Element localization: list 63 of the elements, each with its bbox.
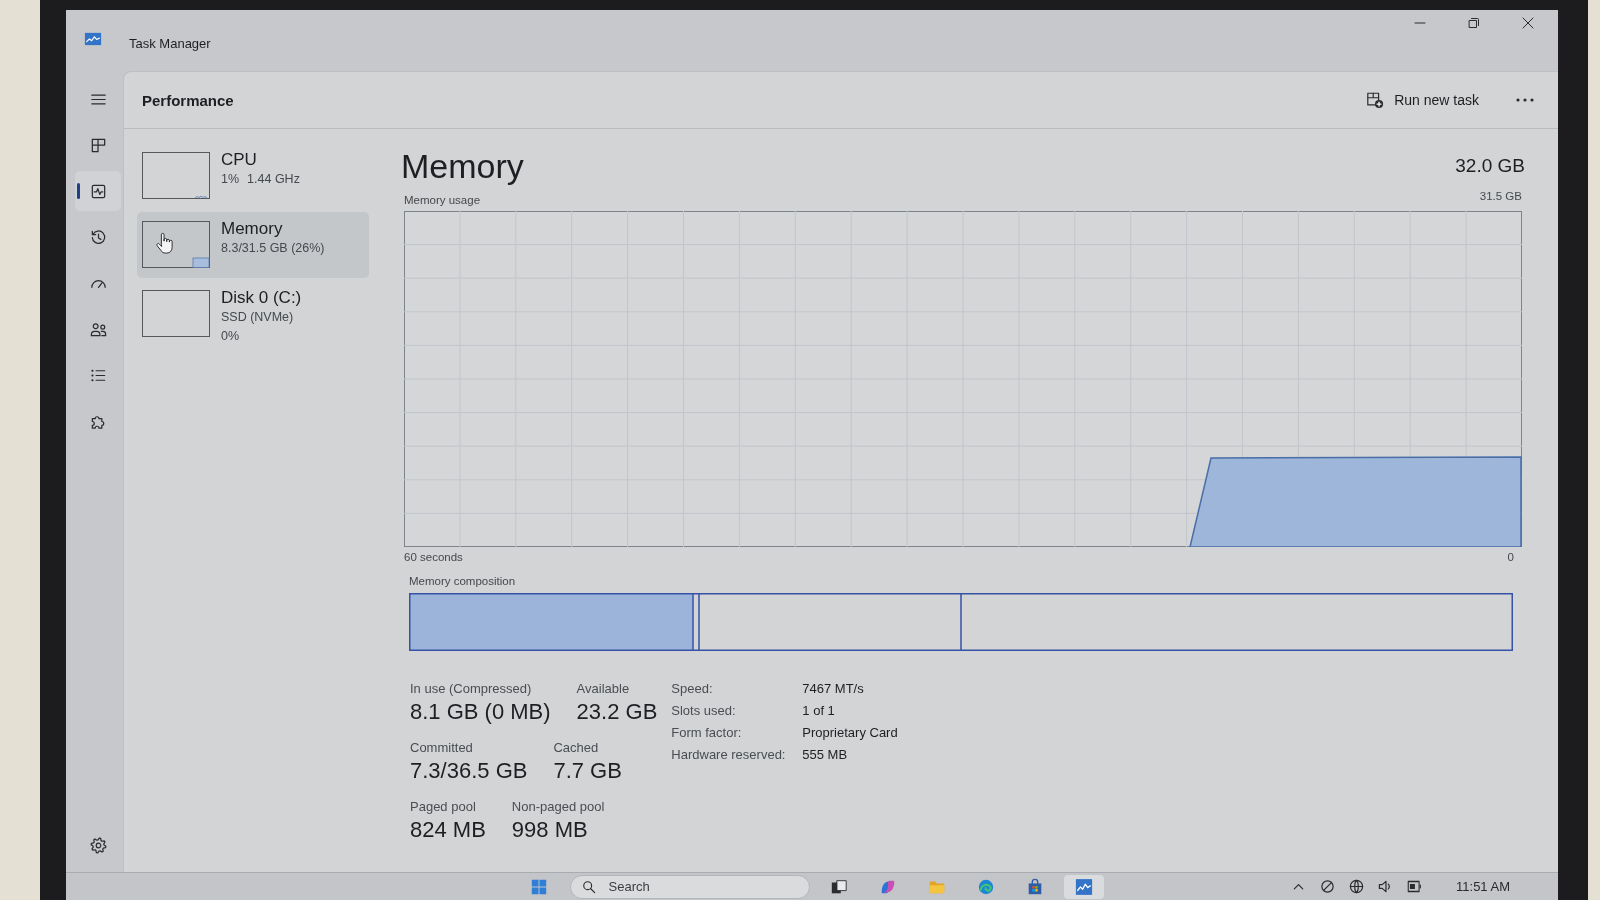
graph-start-label: 60 seconds [404,550,463,565]
device-item[interactable]: CPU 1% 1.44 GHz [137,143,369,209]
hand-cursor-icon [156,232,173,254]
page-title: Performance [142,91,234,109]
graph-title: Memory usage [404,193,481,207]
property-value: 555 MB [802,746,849,764]
device-detail: 1.44 GHz [247,171,300,188]
stat-value: 824 MB [410,816,486,844]
stacked-windows-icon [829,877,848,896]
settings-icon [88,835,108,855]
device-item[interactable]: Disk 0 (C:) SSD (NVMe) 0% [137,281,369,347]
no-entry-icon[interactable] [1320,879,1336,894]
device-detail: SSD (NVMe) [221,309,294,326]
usage-graph-thumbnail [142,290,210,337]
composition-title: Memory composition [409,574,516,589]
stat-value: 23.2 GB [576,698,658,726]
property-label: Speed: [671,680,714,698]
search-field[interactable]: Search [569,874,810,899]
usage-graph-thumbnail [142,152,210,199]
device-name: CPU [221,149,258,170]
swirl-circle-icon [976,877,995,896]
window-plus-icon [1366,91,1385,109]
clock: 11:51 AM [1456,878,1510,895]
graph-max-label: 31.5 GB [1479,189,1522,203]
stat-value: 7.3/36.5 GB [410,757,528,785]
graph-tile-icon [84,32,102,46]
graph-end-label: 0 [1507,550,1514,565]
property-label: Hardware reserved: [671,746,787,764]
stat-label: Committed [410,739,474,757]
device-name: Memory [221,218,284,239]
stat-value: 998 MB [511,816,589,844]
search-icon [581,879,596,894]
stat-label: Paged pool [410,798,477,816]
device-detail: 8.3/31.5 GB (26%) [221,240,325,257]
resource-title: Memory [401,146,524,186]
globe-icon[interactable] [1349,879,1365,894]
total-capacity: 32.0 GB [1455,154,1525,178]
usage-graph-thumbnail [142,221,210,268]
more-icon [1516,98,1534,102]
stat-label: Cached [553,739,600,757]
device-detail: 1% [221,171,240,188]
selection-indicator [77,183,80,199]
stat-label: Available [576,680,631,698]
window-title: Task Manager [129,36,211,51]
graph-tile-icon [1074,877,1093,896]
property-label: Slots used: [671,702,737,720]
stat-label: Non-paged pool [511,798,605,816]
property-value: Proprietary Card [802,724,898,742]
device-item[interactable]: Memory 8.3/31.5 GB (26%) [137,212,369,278]
stat-value: 7.7 GB [553,757,622,785]
device-detail: 0% [221,328,240,345]
property-value: 1 of 1 [802,702,836,720]
nav-button[interactable] [75,171,121,211]
property-label: Form factor: [671,724,743,742]
restore-icon [1468,17,1480,29]
device-name: Disk 0 (C:) [221,287,302,308]
four-squares-icon [529,877,548,896]
battery-icon[interactable] [1407,879,1423,894]
property-value: 7467 MT/s [802,680,865,698]
stat-value: 8.1 GB (0 MB) [410,698,551,726]
close-icon [1522,17,1534,29]
stat-label: In use (Compressed) [410,680,533,698]
run-new-task-button[interactable]: Run new task [1358,85,1487,115]
